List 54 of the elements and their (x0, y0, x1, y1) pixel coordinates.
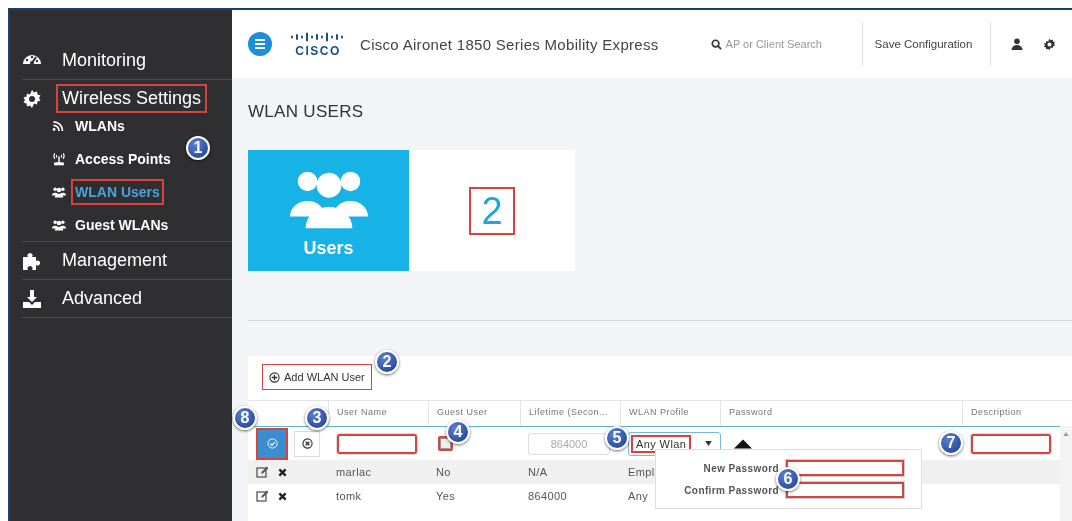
table-cell: N/A (528, 466, 548, 478)
table-cell: 864000 (528, 490, 568, 502)
cancel-button[interactable] (294, 430, 320, 457)
column-header[interactable]: Password (720, 401, 962, 426)
sidebar-item[interactable]: Advanced (56, 284, 149, 313)
sidebar-item[interactable]: Access Points (71, 145, 175, 172)
scrollbar[interactable] (1060, 426, 1072, 521)
column-header[interactable]: Lifetime (Secon... (520, 401, 620, 426)
access-point-icon (52, 151, 66, 166)
delete-icon (278, 467, 287, 477)
column-header[interactable]: Description (962, 401, 1060, 426)
sidebar-item[interactable]: Guest WLANs (71, 211, 173, 238)
close-icon (301, 438, 313, 449)
table-cell: marlac (336, 466, 372, 478)
app-title: Cisco Aironet 1850 Series Mobility Express (360, 35, 659, 53)
logo-bars-icon (290, 30, 346, 43)
column-header[interactable]: WLAN Profile (620, 401, 720, 426)
table-cell: No (436, 466, 451, 478)
download-icon (22, 288, 42, 309)
sidebar-item[interactable]: WLANs (71, 112, 129, 139)
logo-text: CISCO (295, 43, 341, 58)
save-configuration-button[interactable]: Save Configuration (862, 34, 985, 54)
scroll-up-icon (1063, 432, 1069, 436)
save-button[interactable] (256, 427, 288, 460)
add-wlan-user-button[interactable]: Add WLAN User (262, 364, 372, 390)
field-label: New Password (703, 462, 779, 474)
search-icon (710, 38, 722, 50)
table-cell: Yes (436, 490, 456, 502)
gear-icon (22, 88, 42, 109)
table-cell: tomk (336, 490, 362, 502)
delete-icon (278, 491, 287, 501)
user-name-field[interactable] (336, 432, 418, 455)
plus-circle-icon (269, 371, 280, 383)
menu-icon (248, 32, 272, 56)
check-circle-icon (266, 438, 278, 449)
popover-arrow (734, 439, 752, 449)
edit-icon (256, 490, 268, 502)
table-cell: Empl (628, 466, 655, 478)
sidebar-item[interactable]: Monitoring (56, 46, 153, 75)
wifi-icon (52, 118, 66, 133)
user-count: 2 (469, 186, 515, 235)
page-title: WLAN USERS (248, 102, 365, 122)
puzzle-icon (22, 250, 42, 271)
sidebar-item[interactable]: Wireless Settings (56, 84, 208, 113)
sidebar-item[interactable]: Management (56, 246, 174, 275)
caret-icon (705, 441, 713, 446)
user-icon (1011, 38, 1024, 50)
table-cell: Any (628, 490, 649, 502)
edit-icon (256, 466, 268, 478)
description-field[interactable] (970, 432, 1052, 455)
lifetime-field[interactable]: 864000 (528, 432, 610, 455)
sidebar-item[interactable]: WLAN Users (71, 178, 164, 205)
settings-icon (1043, 37, 1057, 51)
field-label: Confirm Password (684, 484, 779, 496)
